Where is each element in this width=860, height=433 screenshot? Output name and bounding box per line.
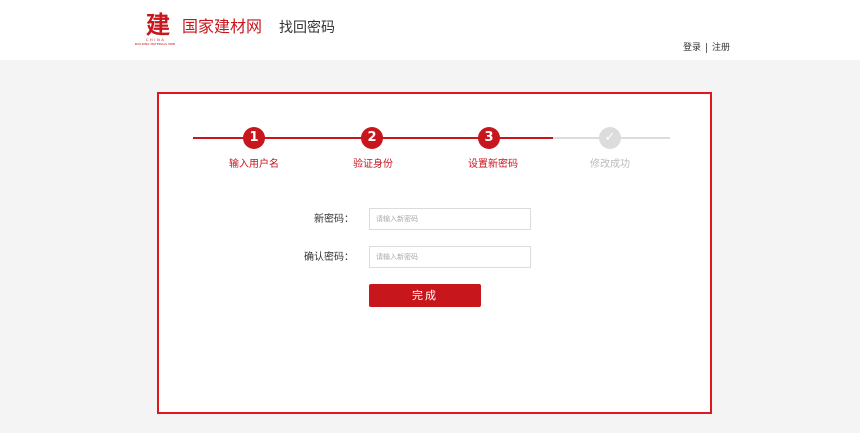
step-4-label: 修改成功	[590, 159, 630, 170]
complete-button[interactable]: 完成	[369, 284, 481, 307]
new-password-input[interactable]	[369, 208, 531, 230]
link-divider	[706, 42, 708, 53]
logo-icon[interactable]: 建	[146, 12, 170, 38]
check-icon: ✓	[599, 127, 621, 149]
register-link[interactable]: 注册	[712, 43, 730, 53]
top-header: 建 C H I N A BUILDING MATERIALS WEB 国家建材网…	[0, 0, 860, 60]
step-2-node: 2	[361, 127, 383, 149]
step-3-label: 设置新密码	[468, 159, 518, 170]
step-3-node: 3	[478, 127, 500, 149]
step-1-node: 1	[243, 127, 265, 149]
page-title: 找回密码	[279, 20, 335, 36]
account-links: 登录 注册	[683, 42, 730, 54]
confirm-password-input[interactable]	[369, 246, 531, 268]
step-2-label: 验证身份	[353, 159, 393, 170]
site-name[interactable]: 国家建材网	[182, 17, 262, 37]
login-link[interactable]: 登录	[683, 43, 701, 53]
confirm-password-label: 确认密码：	[304, 252, 354, 263]
new-password-label: 新密码：	[314, 214, 354, 225]
step-1-label: 输入用户名	[229, 159, 279, 170]
logo-en-line2: BUILDING MATERIALS WEB	[134, 42, 176, 46]
